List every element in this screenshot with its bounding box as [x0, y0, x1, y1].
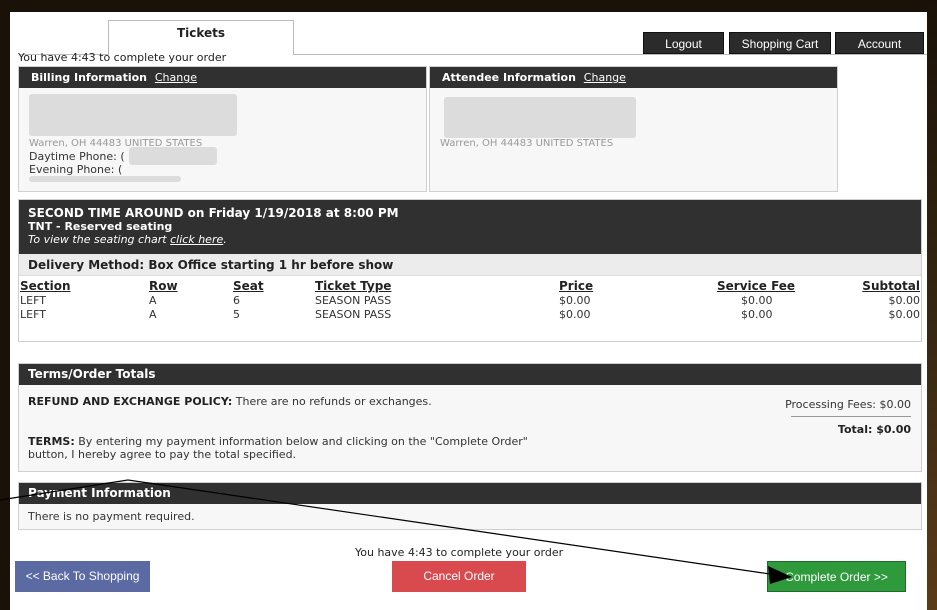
- checkout-page: Tickets Logout Shopping Cart Account You…: [10, 12, 927, 610]
- account-button[interactable]: Account: [835, 32, 924, 54]
- col-header-seat: Seat: [233, 279, 264, 293]
- order-timer-top: You have 4:43 to complete your order: [18, 51, 227, 64]
- event-title: SECOND TIME AROUND on Friday 1/19/2018 a…: [28, 206, 399, 220]
- window-frame-left: [0, 0, 10, 610]
- cell-row: A: [149, 308, 157, 321]
- tab-tickets[interactable]: Tickets: [108, 20, 294, 55]
- cell-service-fee: $0.00: [741, 294, 773, 307]
- ticket-table: Section Row Seat Ticket Type Price Servi…: [19, 276, 921, 336]
- terms-text-line2: button, I hereby agree to pay the total …: [28, 448, 297, 461]
- refund-policy-label: REFUND AND EXCHANGE POLICY:: [28, 395, 233, 408]
- event-order-block: SECOND TIME AROUND on Friday 1/19/2018 a…: [18, 199, 922, 342]
- event-venue: TNT - Reserved seating: [28, 220, 173, 233]
- cell-row: A: [149, 294, 157, 307]
- cell-seat: 6: [233, 294, 240, 307]
- cell-service-fee: $0.00: [741, 308, 773, 321]
- cancel-order-button[interactable]: Cancel Order: [392, 561, 526, 592]
- billing-title: Billing Information: [31, 71, 147, 84]
- terms-order-totals-panel: Terms/Order Totals REFUND AND EXCHANGE P…: [18, 363, 922, 472]
- billing-change-link[interactable]: Change: [155, 71, 197, 84]
- attendee-address-line: Warren, OH 44483 UNITED STATES: [440, 138, 614, 149]
- refund-policy: REFUND AND EXCHANGE POLICY: There are no…: [28, 395, 432, 408]
- billing-phone-redacted: [129, 147, 217, 165]
- event-header: SECOND TIME AROUND on Friday 1/19/2018 a…: [19, 200, 921, 254]
- order-total: Total: $0.00: [837, 423, 911, 436]
- billing-address-line: Warren, OH 44483 UNITED STATES: [29, 138, 203, 149]
- billing-evening-phone: Evening Phone: (: [29, 163, 123, 176]
- order-timer-bottom: You have 4:43 to complete your order: [355, 546, 564, 559]
- col-header-subtotal: Subtotal: [862, 279, 920, 293]
- cell-price: $0.00: [559, 308, 591, 321]
- back-to-shopping-button[interactable]: << Back To Shopping: [15, 561, 150, 592]
- billing-email-redacted: [29, 176, 181, 182]
- payment-panel-header: Payment Information: [19, 483, 921, 504]
- seating-chart-suffix: .: [223, 233, 227, 246]
- seating-chart-note: To view the seating chart click here.: [28, 233, 912, 246]
- seating-chart-link[interactable]: click here: [170, 233, 223, 246]
- refund-policy-text: There are no refunds or exchanges.: [232, 395, 432, 408]
- cell-section: LEFT: [20, 294, 46, 307]
- cell-ticket-type: SEASON PASS: [315, 294, 392, 307]
- attendee-title: Attendee Information: [442, 71, 576, 84]
- window-frame-right: [927, 0, 937, 610]
- cell-subtotal: $0.00: [888, 294, 921, 307]
- col-header-ticket-type: Ticket Type: [315, 279, 392, 293]
- processing-fees: Processing Fees: $0.00: [785, 398, 911, 411]
- cell-seat: 5: [233, 308, 240, 321]
- billing-redacted-block: [29, 94, 237, 136]
- col-header-section: Section: [20, 279, 71, 293]
- attendee-change-link[interactable]: Change: [584, 71, 626, 84]
- terms-statement: TERMS: By entering my payment informatio…: [28, 435, 528, 461]
- terms-text-line1: By entering my payment information below…: [74, 435, 528, 448]
- cell-section: LEFT: [20, 308, 46, 321]
- terms-panel-header: Terms/Order Totals: [19, 364, 921, 385]
- shopping-cart-button[interactable]: Shopping Cart: [729, 32, 831, 54]
- complete-order-button[interactable]: Complete Order >>: [767, 561, 906, 592]
- billing-panel-header: Billing Information Change: [19, 67, 426, 88]
- billing-daytime-phone: Daytime Phone: (: [29, 150, 125, 163]
- cell-subtotal: $0.00: [888, 308, 921, 321]
- seating-chart-prefix: To view the seating chart: [28, 233, 171, 246]
- col-header-price: Price: [559, 279, 594, 293]
- logout-button[interactable]: Logout: [643, 32, 724, 54]
- totals-divider: [791, 416, 911, 417]
- billing-information-panel: Billing Information Change Warren, OH 44…: [18, 66, 427, 192]
- delivery-method: Delivery Method: Box Office starting 1 h…: [19, 254, 921, 276]
- attendee-panel-header: Attendee Information Change: [430, 67, 837, 88]
- attendee-information-panel: Attendee Information Change Warren, OH 4…: [429, 66, 838, 192]
- terms-label: TERMS:: [28, 435, 75, 448]
- payment-information-panel: Payment Information There is no payment …: [18, 482, 922, 530]
- payment-message: There is no payment required.: [28, 510, 195, 523]
- col-header-service-fee: Service Fee: [717, 279, 796, 293]
- cell-price: $0.00: [559, 294, 591, 307]
- col-header-row: Row: [149, 279, 178, 293]
- window-frame-top: [0, 0, 937, 12]
- cell-ticket-type: SEASON PASS: [315, 308, 392, 321]
